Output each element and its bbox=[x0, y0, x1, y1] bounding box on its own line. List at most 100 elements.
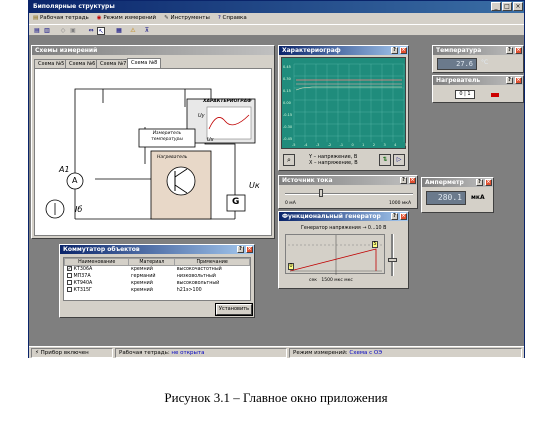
print-icon[interactable]: ▥ bbox=[43, 27, 51, 35]
x-tick-labels: -5 -4 -3 -2 -1 0 1 2 3 4 5 bbox=[292, 143, 407, 147]
maximize-button[interactable]: □ bbox=[502, 2, 512, 11]
objects-table-grid: Наименование Материал Примечание ✓ КТ306А… bbox=[63, 258, 250, 294]
install-button[interactable]: Установить bbox=[215, 303, 253, 316]
close-panel-button[interactable]: × bbox=[485, 179, 492, 186]
heater-label: Нагреватель bbox=[157, 155, 188, 160]
forward-icon[interactable]: ▣ bbox=[69, 27, 77, 35]
export-icon[interactable]: ⇅ bbox=[379, 154, 391, 166]
tab-scheme-8[interactable]: Схема №8 bbox=[127, 58, 162, 68]
close-panel-button[interactable]: × bbox=[246, 246, 253, 253]
help-button[interactable]: ? bbox=[476, 179, 483, 186]
table-row[interactable]: КТ315Г кремний h21э>100 bbox=[65, 287, 250, 294]
help-button[interactable]: ? bbox=[400, 177, 407, 184]
tab-scheme-5[interactable]: Схема №5 bbox=[34, 59, 69, 68]
notebook-label: Рабочая тетрадь: bbox=[119, 350, 170, 356]
x-tick: 1 bbox=[362, 143, 365, 147]
pointer-icon[interactable]: ↖ bbox=[97, 27, 105, 35]
table-row[interactable]: МП37А германий низковольтный bbox=[65, 273, 250, 280]
amplitude-slider-thumb[interactable] bbox=[388, 258, 397, 262]
table-row[interactable]: КТ940А кремний высоковольтный bbox=[65, 280, 250, 287]
status-device-text: Прибор включен bbox=[40, 350, 89, 356]
new-icon[interactable]: ▤ bbox=[33, 27, 41, 35]
amplitude-slider-track[interactable] bbox=[391, 234, 394, 276]
menu-item-mode[interactable]: ◉ Режим измерений bbox=[97, 15, 156, 22]
current-source-panel: Источник тока ? × 0 мА 1000 мкА bbox=[278, 175, 418, 209]
x-tick: -2 bbox=[327, 143, 332, 147]
func-gen-subtitle: Генератор напряжения → 0...10 В bbox=[301, 226, 387, 231]
row-checkbox[interactable] bbox=[66, 287, 72, 292]
help-button[interactable]: ? bbox=[391, 213, 398, 220]
period-value: 1500 мкс мкс bbox=[321, 278, 353, 283]
close-panel-button[interactable]: × bbox=[515, 77, 522, 84]
schemes-panel: Схемы измерений Схема №5 Схема №6 Схема … bbox=[31, 45, 275, 239]
settings-icon[interactable]: ▷ bbox=[393, 154, 405, 166]
notebook-value[interactable]: не открыта bbox=[171, 350, 204, 356]
row-material: кремний bbox=[130, 280, 153, 286]
y-tick-labels: 0.45 0.30 0.15 0.00 -0.15 -0.30 -0.45 bbox=[283, 61, 292, 145]
plot-svg bbox=[293, 63, 405, 142]
x-tick: -3 bbox=[315, 143, 320, 147]
screen-icon[interactable]: ▦ bbox=[115, 27, 123, 35]
close-panel-button[interactable]: × bbox=[515, 47, 522, 54]
menu-label: Рабочая тетрадь bbox=[39, 15, 89, 21]
close-panel-button[interactable]: × bbox=[409, 177, 416, 184]
y-tick: 0.00 bbox=[283, 101, 291, 105]
heater-toggle[interactable]: 0 | 1 bbox=[455, 90, 475, 99]
help-button[interactable]: ? bbox=[506, 47, 513, 54]
swap-icon[interactable]: ⇔ bbox=[87, 27, 95, 35]
close-panel-button[interactable]: × bbox=[400, 47, 407, 54]
commutator-panel: Коммутатор объектов ? × Наименование Мат… bbox=[59, 244, 255, 318]
table-row[interactable]: ✓ КТ306А кремний высокочастотный bbox=[65, 266, 250, 273]
row-checkbox[interactable] bbox=[66, 273, 72, 278]
mode-label: Режим измерений: bbox=[293, 350, 348, 356]
commutator-title: Коммутатор объектов ? × bbox=[60, 245, 254, 254]
waveform-svg bbox=[288, 235, 384, 275]
help-button[interactable]: ? bbox=[506, 77, 513, 84]
menu-item-notebook[interactable]: ▤ Рабочая тетрадь bbox=[33, 15, 89, 22]
mode-value[interactable]: Схема с ОЭ bbox=[349, 350, 382, 356]
y-tick: -0.15 bbox=[283, 113, 293, 117]
status-notebook: Рабочая тетрадь: не открыта bbox=[115, 348, 287, 358]
func-gen-title-text: Функциональный генератор bbox=[282, 213, 381, 220]
chart-icon[interactable]: ⊼ bbox=[143, 27, 151, 35]
menu-item-tools[interactable]: ✎ Инструменты bbox=[164, 15, 210, 22]
tab-scheme-7[interactable]: Схема №7 bbox=[96, 59, 131, 68]
commutator-title-text: Коммутатор объектов bbox=[63, 246, 140, 253]
row-material: германий bbox=[130, 273, 156, 279]
characteriograph-panel: Характериограф ? × 0.45 0.30 0.15 0.00 -… bbox=[278, 45, 409, 171]
app-window: Биполярные структуры _ □ × ▤ Рабочая тет… bbox=[28, 0, 525, 358]
minimize-button[interactable]: _ bbox=[491, 2, 501, 11]
menu-label: Справка bbox=[222, 15, 247, 21]
row-material: кремний bbox=[130, 287, 153, 293]
temperature-title: Температура ? × bbox=[433, 46, 523, 55]
close-button[interactable]: × bbox=[513, 2, 523, 11]
characteriograph-title-text: Характериограф bbox=[282, 47, 341, 54]
schemes-title-text: Схемы измерений bbox=[35, 47, 98, 54]
period-prefix: сек bbox=[309, 278, 317, 283]
warning-icon[interactable]: ⚠ bbox=[129, 27, 137, 35]
marker-left[interactable]: 0 bbox=[288, 263, 294, 270]
zoom-icon[interactable]: ⌕ bbox=[283, 154, 295, 166]
marker-right[interactable]: 5 bbox=[372, 241, 378, 248]
help-button[interactable]: ? bbox=[237, 246, 244, 253]
row-checkbox[interactable] bbox=[66, 280, 72, 285]
current-min-label: 0 мА bbox=[285, 201, 296, 206]
tab-scheme-6[interactable]: Схема №6 bbox=[65, 59, 100, 68]
characteriograph-title: Характериограф ? × bbox=[279, 46, 408, 55]
current-slider-track[interactable] bbox=[285, 193, 413, 195]
row-note: h21э>100 bbox=[176, 287, 202, 293]
temp-meter-label: Измеритель температуры bbox=[151, 131, 183, 142]
help-button[interactable]: ? bbox=[391, 47, 398, 54]
ammeter-panel: Амперметр ? × 280.1 мкА bbox=[421, 177, 494, 213]
row-checkbox[interactable]: ✓ bbox=[66, 266, 72, 272]
current-slider-thumb[interactable] bbox=[319, 189, 323, 197]
close-panel-button[interactable]: × bbox=[400, 213, 407, 220]
heater-led bbox=[491, 93, 499, 97]
y-tick: 0.30 bbox=[283, 77, 291, 81]
objects-table: Наименование Материал Примечание ✓ КТ306А… bbox=[63, 257, 251, 301]
back-icon[interactable]: ◇ bbox=[59, 27, 67, 35]
func-gen-title: Функциональный генератор ? × bbox=[279, 212, 408, 221]
y-tick: -0.30 bbox=[283, 125, 293, 129]
menu-item-help[interactable]: ? Справка bbox=[218, 15, 247, 22]
status-mode: Режим измерений: Схема с ОЭ bbox=[289, 348, 522, 358]
